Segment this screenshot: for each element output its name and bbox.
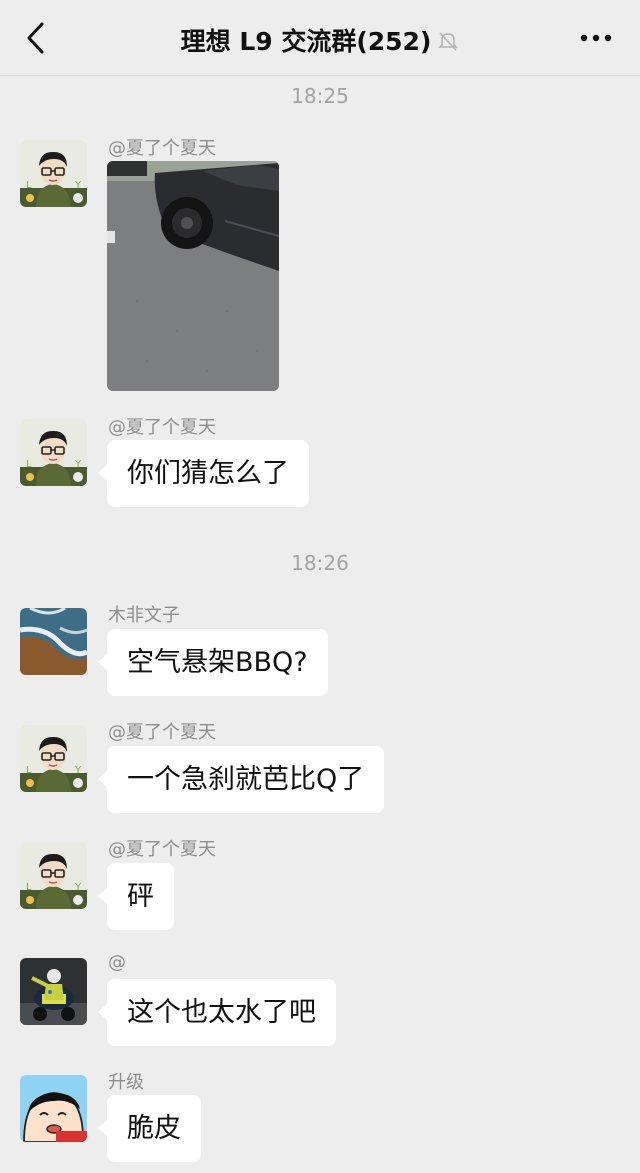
chat-title-wrap: 理想 L9 交流群(252) (0, 22, 640, 58)
beach-waves-avatar (20, 608, 87, 675)
sender-avatar[interactable] (20, 725, 87, 792)
bell-off-icon (437, 29, 459, 58)
sender-name: @夏了个夏天 (108, 839, 216, 860)
timestamp: 18:25 (291, 84, 349, 108)
more-icon (580, 34, 612, 42)
sender-name: @夏了个夏天 (108, 138, 216, 159)
message-bubble[interactable]: 脆皮 (98, 1095, 201, 1162)
sender-avatar[interactable] (20, 958, 87, 1025)
sender-avatar[interactable] (20, 842, 87, 909)
crayon-shinchan-avatar (20, 1075, 87, 1142)
message-bubble[interactable]: 砰 (98, 863, 174, 930)
cartoon-man-glasses-avatar (20, 725, 87, 792)
message-bubble[interactable]: 这个也太水了吧 (98, 979, 336, 1046)
image-message[interactable] (107, 161, 279, 391)
sender-avatar[interactable] (20, 1075, 87, 1142)
message-bubble[interactable]: 一个急刹就芭比Q了 (97, 746, 385, 813)
chat-title: 理想 L9 交流群(252) (180, 27, 432, 56)
cartoon-man-glasses-avatar (20, 140, 87, 207)
cartoon-man-glasses-avatar (20, 842, 87, 909)
message-bubble[interactable]: 空气悬架BBQ? (98, 629, 328, 696)
sender-name: @夏了个夏天 (108, 722, 216, 743)
sender-name: 木非文子 (108, 605, 180, 626)
chat-header: 理想 L9 交流群(252) (0, 0, 640, 76)
sender-avatar[interactable] (20, 608, 87, 675)
cartoon-man-glasses-avatar (20, 419, 87, 486)
sender-avatar[interactable] (20, 140, 87, 207)
message-bubble[interactable]: 你们猜怎么了 (98, 440, 309, 507)
sender-name: 升级 (108, 1072, 144, 1093)
timestamp: 18:26 (291, 551, 349, 575)
sender-avatar[interactable] (20, 419, 87, 486)
more-button[interactable] (578, 24, 614, 52)
sender-name: @ (108, 952, 126, 973)
sender-name: @夏了个夏天 (108, 417, 216, 438)
car-photo (107, 161, 279, 391)
motorcycle-police-avatar (20, 958, 87, 1025)
